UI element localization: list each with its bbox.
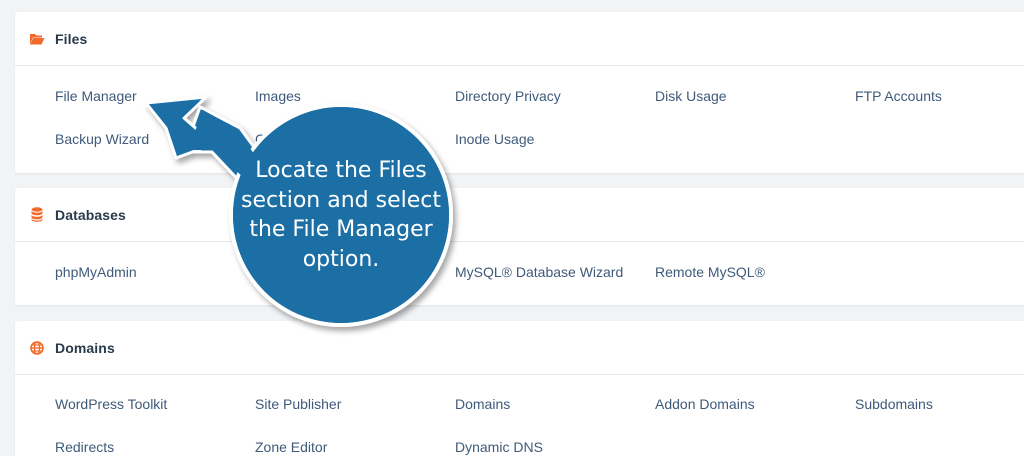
file-manager-link[interactable]: File Manager bbox=[55, 88, 137, 104]
files-panel: Files File Manager Images Directory Priv… bbox=[15, 12, 1024, 173]
dynamic-dns-link[interactable]: Dynamic DNS bbox=[455, 439, 543, 455]
phpmyadmin-link[interactable]: phpMyAdmin bbox=[55, 264, 137, 280]
directory-privacy-link[interactable]: Directory Privacy bbox=[455, 88, 561, 104]
disk-usage-link[interactable]: Disk Usage bbox=[655, 88, 727, 104]
redirects-link[interactable]: Redirects bbox=[55, 439, 114, 455]
git-version-control-link[interactable]: Git™ Version Control bbox=[255, 131, 387, 147]
remote-mysql-link[interactable]: Remote MySQL® bbox=[655, 264, 765, 280]
inode-usage-link[interactable]: Inode Usage bbox=[455, 131, 534, 147]
mysql-databases-link[interactable]: MySQL® Databases bbox=[255, 264, 383, 280]
folder-open-icon bbox=[29, 31, 45, 47]
domains-header[interactable]: Domains bbox=[15, 321, 1024, 375]
database-icon bbox=[29, 207, 45, 223]
addon-domains-link[interactable]: Addon Domains bbox=[655, 396, 755, 412]
files-title: Files bbox=[55, 30, 88, 47]
databases-header[interactable]: Databases bbox=[15, 188, 1024, 242]
cpanel-page: Files File Manager Images Directory Priv… bbox=[0, 0, 1024, 456]
site-publisher-link[interactable]: Site Publisher bbox=[255, 396, 341, 412]
domains-panel: Domains WordPress Toolkit Site Publisher… bbox=[15, 321, 1024, 456]
databases-title: Databases bbox=[55, 206, 126, 223]
domains-link[interactable]: Domains bbox=[455, 396, 510, 412]
databases-panel: Databases phpMyAdmin MySQL® Databases My… bbox=[15, 188, 1024, 305]
wordpress-toolkit-link[interactable]: WordPress Toolkit bbox=[55, 396, 167, 412]
backup-wizard-link[interactable]: Backup Wizard bbox=[55, 131, 149, 147]
subdomains-link[interactable]: Subdomains bbox=[855, 396, 933, 412]
domains-title: Domains bbox=[55, 339, 115, 356]
ftp-accounts-link[interactable]: FTP Accounts bbox=[855, 88, 942, 104]
files-header[interactable]: Files bbox=[15, 12, 1024, 66]
zone-editor-link[interactable]: Zone Editor bbox=[255, 439, 327, 455]
images-link[interactable]: Images bbox=[255, 88, 301, 104]
mysql-database-wizard-link[interactable]: MySQL® Database Wizard bbox=[455, 264, 623, 280]
globe-icon bbox=[29, 340, 45, 356]
